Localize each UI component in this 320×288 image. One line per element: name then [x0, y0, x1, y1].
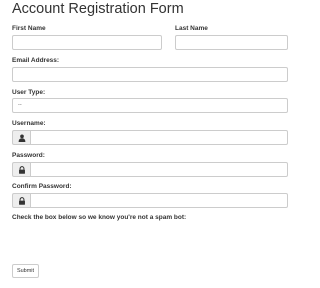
lock-icon: [19, 166, 25, 174]
submit-button[interactable]: Submit: [12, 264, 39, 278]
username-label: Username:: [12, 120, 46, 127]
password-addon: [12, 162, 30, 177]
confirm-password-field[interactable]: [30, 193, 288, 208]
email-field[interactable]: [12, 67, 288, 82]
first-name-field[interactable]: [12, 35, 162, 50]
form-title: Account Registration Form: [12, 1, 184, 17]
user-type-label: User Type:: [12, 89, 46, 96]
username-field[interactable]: [30, 130, 288, 145]
user-type-select[interactable]: --: [12, 98, 288, 113]
confirm-password-addon: [12, 193, 30, 208]
user-icon: [18, 134, 26, 142]
last-name-label: Last Name: [175, 25, 208, 32]
password-field[interactable]: [30, 162, 288, 177]
email-label: Email Address:: [12, 57, 60, 64]
first-name-label: First Name: [12, 25, 46, 32]
password-label: Password:: [12, 152, 45, 159]
registration-page: Account Registration Form First Name Las…: [0, 0, 288, 288]
last-name-field[interactable]: [175, 35, 288, 50]
confirm-password-label: Confirm Password:: [12, 183, 72, 190]
lock-icon: [19, 197, 25, 205]
spam-check-instruction: Check the box below so we know you're no…: [12, 214, 187, 221]
username-addon: [12, 130, 30, 145]
